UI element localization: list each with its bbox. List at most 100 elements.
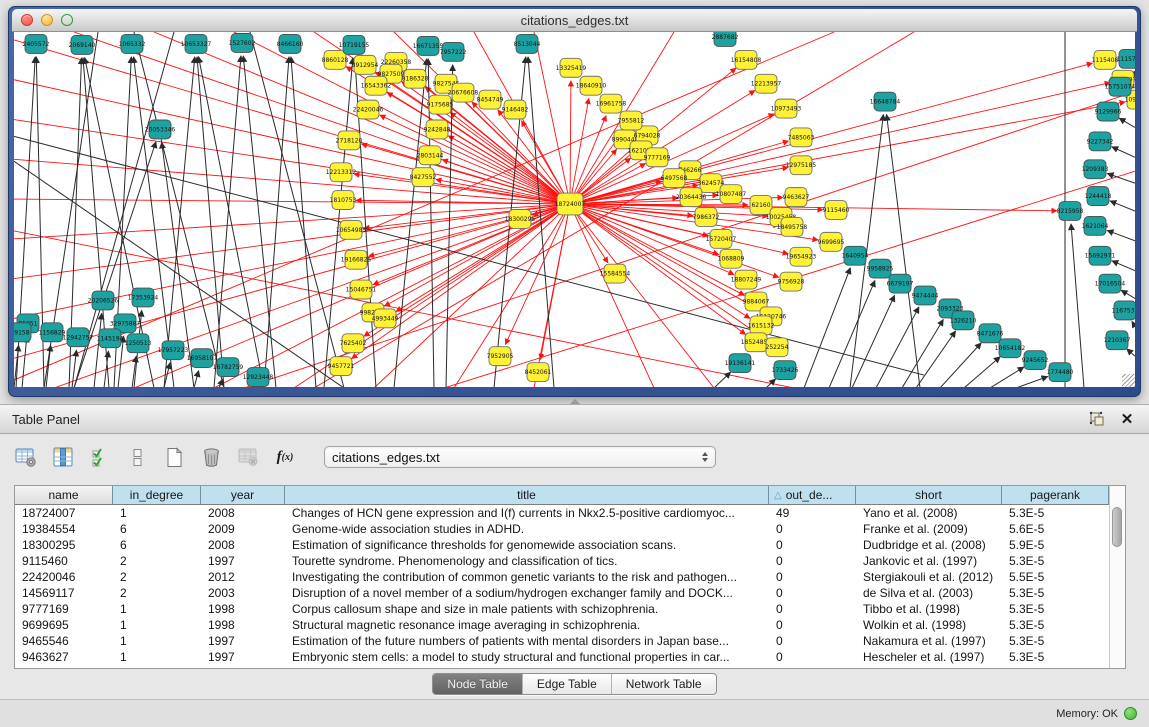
cell-name: 18300295: [15, 538, 113, 552]
cell-title: Structural magnetic resonance image aver…: [285, 618, 769, 632]
graph-node-label: 10807487: [716, 191, 747, 198]
network-window-titlebar[interactable]: citations_edges.txt: [12, 9, 1137, 32]
delete-column-icon[interactable]: [199, 445, 223, 469]
select-all-columns-icon[interactable]: [88, 445, 112, 469]
graph-node-label: 1733426: [772, 367, 799, 374]
table-mode-icon[interactable]: [14, 445, 38, 469]
cell-pagerank: 5.3E-5: [1002, 554, 1109, 568]
scrollbar-thumb[interactable]: [1112, 507, 1122, 547]
network-canvas[interactable]: 1872400789904486794028162107297771697462…: [14, 32, 1135, 387]
table-panel-body: f(x) citations_edges.txt namein_degreeye…: [0, 435, 1149, 700]
close-window-button[interactable]: [21, 14, 33, 26]
minimize-window-button[interactable]: [41, 14, 53, 26]
table-vertical-scrollbar[interactable]: [1109, 486, 1125, 668]
node-table: namein_degreeyeartitle△out_de...shortpag…: [14, 485, 1126, 669]
graph-node-label: 20676608: [448, 90, 479, 97]
cell-short: Yano et al. (2008): [856, 506, 1002, 520]
graph-node-label: 8912954: [352, 62, 379, 69]
cell-in_degree: 1: [113, 634, 201, 648]
graph-node-label: 9884067: [743, 298, 770, 305]
graph-node-label: 8454749: [477, 97, 504, 104]
cell-name: 9463627: [15, 650, 113, 664]
cell-pagerank: 5.6E-5: [1002, 522, 1109, 536]
cell-year: 2008: [201, 538, 285, 552]
table-row[interactable]: 946362711997Embryonic stem cells: a mode…: [15, 649, 1125, 665]
cell-out_de: 49: [769, 506, 856, 520]
clear-selection-icon[interactable]: [125, 445, 149, 469]
cell-pagerank: 5.3E-5: [1002, 650, 1109, 664]
table-row[interactable]: 911546021997Tourette syndrome. Phenomeno…: [15, 553, 1125, 569]
graph-node-label: 7952905: [487, 353, 514, 360]
column-header-short[interactable]: short: [856, 486, 1002, 504]
table-row[interactable]: 2242004622012Investigating the contribut…: [15, 569, 1125, 585]
graph-node-label: 9463627: [783, 194, 810, 201]
cell-out_de: 0: [769, 538, 856, 552]
cell-name: 22420046: [15, 570, 113, 584]
memory-indicator-icon[interactable]: [1124, 707, 1137, 720]
table-row[interactable]: 1830029562008Estimation of significance …: [15, 537, 1125, 553]
cell-in_degree: 6: [113, 522, 201, 536]
graph-node-label: 1621064: [1082, 223, 1109, 230]
network-graph[interactable]: 1872400789904486794028162107297771697462…: [14, 32, 1135, 387]
column-header-title[interactable]: title: [285, 486, 769, 504]
table-row[interactable]: 1872400712008Changes of HCN gene express…: [15, 505, 1125, 521]
network-window-title: citations_edges.txt: [12, 13, 1137, 28]
table-row[interactable]: 946554611997Estimation of the future num…: [15, 633, 1125, 649]
graph-node-label: 15751074: [1105, 84, 1135, 91]
graph-node-label: 17016504: [1095, 281, 1126, 288]
graph-node-label: 1156829: [39, 329, 66, 336]
cell-pagerank: 5.9E-5: [1002, 538, 1109, 552]
column-header-out_de[interactable]: △out_de...: [769, 486, 856, 504]
cell-title: Embryonic stem cells: a model to study s…: [285, 650, 769, 664]
table-row[interactable]: 977716911998Corpus callosum shape and si…: [15, 601, 1125, 617]
table-row[interactable]: 969969511998Structural magnetic resonanc…: [15, 617, 1125, 633]
column-display-icon[interactable]: [51, 445, 75, 469]
graph-node-label: 1068809: [718, 256, 745, 263]
graph-node-label: 3624574: [698, 180, 725, 187]
graph-node-label: 16961758: [596, 101, 627, 108]
resize-grip-icon[interactable]: [1122, 374, 1135, 387]
zoom-window-button[interactable]: [61, 14, 73, 26]
cell-name: 19384554: [15, 522, 113, 536]
graph-node-label: 1209383: [1082, 166, 1109, 173]
cell-pagerank: 5.3E-5: [1002, 586, 1109, 600]
table-row[interactable]: 1938455462009Genome-wide association stu…: [15, 521, 1125, 537]
graph-node-label: 2069140: [69, 42, 96, 49]
tab-network-table[interactable]: Network Table: [612, 674, 716, 694]
graph-node-label: 7957222: [440, 49, 467, 56]
graph-node-label: 19136141: [725, 360, 756, 367]
create-column-icon[interactable]: [162, 445, 186, 469]
graph-node-label: 1115751: [1117, 56, 1135, 63]
cell-in_degree: 1: [113, 506, 201, 520]
column-header-year[interactable]: year: [201, 486, 285, 504]
float-panel-icon[interactable]: [1087, 409, 1107, 429]
cell-title: Changes of HCN gene expression and I(f) …: [285, 506, 769, 520]
cell-year: 1998: [201, 618, 285, 632]
tab-edge-table[interactable]: Edge Table: [523, 674, 612, 694]
graph-node-label: 32975887: [110, 320, 141, 327]
graph-node-label: 10654985: [336, 227, 367, 234]
column-header-name[interactable]: name: [15, 486, 113, 504]
cell-title: Estimation of the future numbers of pati…: [285, 634, 769, 648]
cell-out_de: 0: [769, 618, 856, 632]
graph-node-label: 12213957: [751, 81, 782, 88]
cell-year: 1997: [201, 650, 285, 664]
column-header-in_degree[interactable]: in_degree: [113, 486, 201, 504]
graph-node-label: 1065332: [119, 41, 146, 48]
cell-year: 2008: [201, 506, 285, 520]
cell-title: Tourette syndrome. Phenomenology and cla…: [285, 554, 769, 568]
table-row[interactable]: 1456911722003Disruption of a novel membe…: [15, 585, 1125, 601]
graph-node-label: 99158: [14, 329, 30, 336]
graph-node-label: 1115408: [1092, 57, 1119, 64]
cell-pagerank: 5.3E-5: [1002, 602, 1109, 616]
graph-node-label: 18640910: [576, 83, 607, 90]
graph-node-label: 9146482: [502, 107, 529, 114]
delete-table-icon[interactable]: [236, 445, 260, 469]
column-header-pagerank[interactable]: pagerank: [1002, 486, 1109, 504]
graph-node-label: 7485063: [788, 134, 815, 141]
function-builder-icon[interactable]: f(x): [273, 445, 297, 469]
window-controls: [21, 14, 73, 26]
table-selector[interactable]: citations_edges.txt: [324, 446, 716, 468]
tab-node-table[interactable]: Node Table: [433, 674, 523, 694]
close-panel-icon[interactable]: ✕: [1117, 409, 1137, 429]
